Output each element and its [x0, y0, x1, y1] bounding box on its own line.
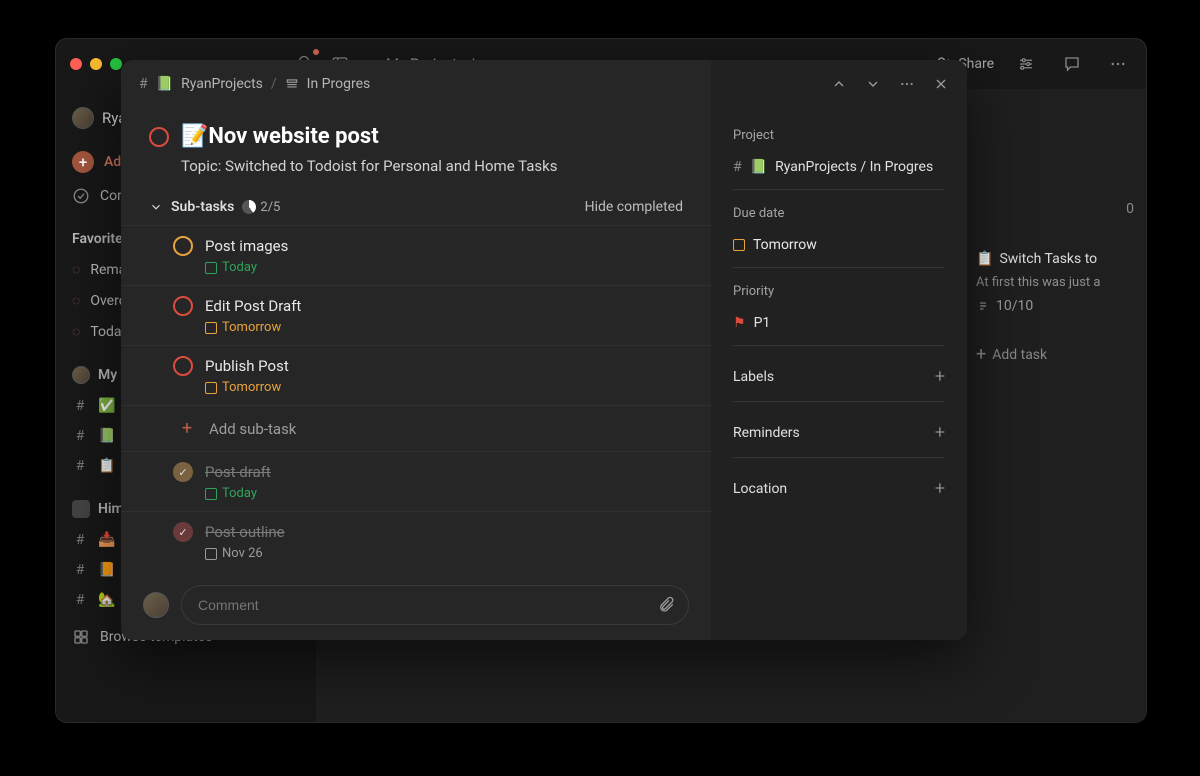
- prev-task-icon[interactable]: [831, 76, 847, 92]
- reminders-row[interactable]: Reminders +: [733, 408, 945, 458]
- avatar: [72, 366, 90, 384]
- templates-icon: [72, 628, 90, 646]
- modal-header: # 📗 RyanProjects / In Progres: [121, 60, 967, 108]
- section-icon: [285, 77, 299, 91]
- close-icon[interactable]: [933, 76, 949, 92]
- subtask-item[interactable]: Post images Today: [121, 225, 711, 285]
- hash-icon: #: [72, 458, 88, 474]
- hash-icon: #: [139, 76, 148, 92]
- task-checkbox[interactable]: [149, 127, 169, 147]
- filter-icon: ◌: [72, 261, 80, 278]
- breadcrumb-project[interactable]: RyanProjects: [181, 76, 263, 92]
- plus-icon: +: [935, 366, 945, 387]
- calendar-icon: [205, 548, 217, 560]
- calendar-icon: [733, 239, 745, 251]
- comments-icon[interactable]: [1058, 50, 1086, 78]
- plus-icon: +: [177, 418, 197, 439]
- priority-value[interactable]: ⚑ P1: [733, 305, 945, 346]
- plus-icon: +: [935, 422, 945, 443]
- task-detail-modal: # 📗 RyanProjects / In Progres 📝Nov websi…: [121, 60, 967, 640]
- hash-icon: #: [72, 532, 88, 548]
- background-task-card: 📋Switch Tasks to At first this was just …: [976, 251, 1146, 373]
- more-icon[interactable]: [899, 76, 915, 92]
- comment-row: [121, 571, 711, 640]
- hash-icon: #: [72, 398, 88, 414]
- calendar-icon: [205, 382, 217, 394]
- subtask-item[interactable]: Post outline Nov 26: [121, 511, 711, 571]
- modal-main: 📝Nov website post Topic: Switched to Tod…: [121, 60, 711, 640]
- view-options-icon[interactable]: [1012, 50, 1040, 78]
- add-subtask-button[interactable]: + Add sub-task: [121, 405, 711, 451]
- task-description[interactable]: Topic: Switched to Todoist for Personal …: [121, 157, 711, 191]
- close-window[interactable]: [70, 58, 82, 70]
- subtask-item[interactable]: Publish Post Tomorrow: [121, 345, 711, 405]
- hash-icon: #: [733, 159, 742, 175]
- subtask-checkbox[interactable]: [173, 236, 193, 256]
- subtask-item[interactable]: Post draft Today: [121, 451, 711, 511]
- filter-icon: ◌: [72, 323, 80, 340]
- breadcrumb-section[interactable]: In Progres: [307, 76, 371, 92]
- task-title[interactable]: 📝Nov website post: [181, 124, 379, 149]
- hash-icon: #: [72, 562, 88, 578]
- calendar-icon: [205, 322, 217, 334]
- calendar-icon: [205, 262, 217, 274]
- due-date-label: Due date: [733, 206, 945, 221]
- priority-label: Priority: [733, 284, 945, 299]
- window-controls: [70, 58, 122, 70]
- project-label: Project: [733, 128, 945, 143]
- hide-completed-button[interactable]: Hide completed: [585, 199, 683, 215]
- subtasks-header[interactable]: Sub-tasks 2/5 Hide completed: [121, 191, 711, 225]
- due-date-value[interactable]: Tomorrow: [733, 227, 945, 268]
- labels-row[interactable]: Labels +: [733, 352, 945, 402]
- subtask-checkbox-done[interactable]: [173, 522, 193, 542]
- plus-icon: +: [935, 478, 945, 499]
- calendar-icon: [205, 488, 217, 500]
- subtask-checkbox[interactable]: [173, 356, 193, 376]
- minimize-window[interactable]: [90, 58, 102, 70]
- hash-icon: #: [72, 428, 88, 444]
- plus-icon: +: [72, 151, 94, 173]
- avatar: [72, 107, 94, 129]
- column-count: 0: [1126, 201, 1134, 217]
- subtask-item[interactable]: Edit Post Draft Tomorrow: [121, 285, 711, 345]
- avatar: [143, 592, 169, 618]
- location-row[interactable]: Location +: [733, 464, 945, 513]
- comment-input[interactable]: [181, 585, 689, 625]
- filter-icon: ◌: [72, 292, 80, 309]
- hash-icon: #: [72, 592, 88, 608]
- more-icon[interactable]: [1104, 50, 1132, 78]
- subtasks-icon: [976, 299, 990, 313]
- chevron-down-icon: [149, 200, 163, 214]
- attachment-icon[interactable]: [657, 596, 675, 614]
- subtask-checkbox[interactable]: [173, 296, 193, 316]
- workspace-icon: [72, 500, 90, 518]
- flag-icon: ⚑: [733, 315, 746, 331]
- project-value[interactable]: # 📗 RyanProjects / In Progres: [733, 149, 945, 190]
- next-task-icon[interactable]: [865, 76, 881, 92]
- subtask-checkbox-done[interactable]: [173, 462, 193, 482]
- check-circle-icon: [72, 187, 90, 205]
- progress-pie-icon: [242, 200, 256, 214]
- modal-sidebar: Project # 📗 RyanProjects / In Progres Du…: [711, 60, 967, 640]
